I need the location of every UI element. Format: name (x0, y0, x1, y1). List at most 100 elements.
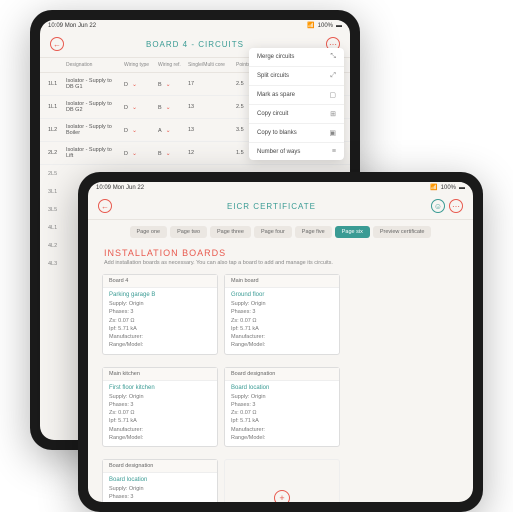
board-header: Main board (225, 275, 339, 288)
menu-label: Split circuits (257, 73, 289, 79)
status-time: 10:09 Mon Jun 22 (48, 23, 96, 29)
more-button-front[interactable]: ⋯ (449, 199, 463, 213)
board-card[interactable]: Main board Ground floor Supply: OriginPhas… (224, 274, 340, 355)
screen-front: 10:09 Mon Jun 22 📶 100% ▬ ← EICR CERTIFI… (88, 182, 473, 502)
row-id-stub: 3L1 (48, 183, 57, 201)
row-id: 1L1 (46, 104, 64, 110)
chevron-down-icon[interactable]: ⌄ (164, 105, 173, 111)
board-name: Parking garage B (109, 292, 211, 298)
page-title-front: EICR CERTIFICATE (112, 202, 431, 211)
row-id: 1L1 (46, 81, 64, 87)
chevron-down-icon[interactable]: ⌄ (130, 105, 139, 111)
board-card[interactable]: Board designationBoard locationSupply: O… (102, 459, 218, 502)
users-button[interactable]: ☺ (431, 199, 445, 213)
menu-label: Mark as spare (257, 92, 295, 98)
status-right-front: 📶 100% ▬ (430, 184, 465, 191)
row-id-stub: 4L1 (48, 219, 57, 237)
add-board-button[interactable]: +Add board (224, 459, 340, 502)
menu-icon: ⤢ (330, 72, 336, 80)
board-ipf: Ipf: 5.71 kA (231, 417, 333, 425)
board-name: First floor kitchen (109, 385, 211, 391)
tab[interactable]: Page two (170, 226, 207, 238)
menu-label: Copy circuit (257, 111, 288, 117)
row-designation: Isolator - Supply to DB G1 (64, 78, 122, 90)
row-single-multi: 13 (186, 104, 234, 110)
board-mfr: Manufacturer: (109, 426, 211, 434)
back-button-front[interactable]: ← (98, 199, 112, 213)
menu-item[interactable]: Copy to blanks▣ (249, 124, 344, 143)
boards-grid: Board 4Parking garage BSupply: OriginPha… (88, 274, 473, 502)
row-id: 1L2 (46, 127, 64, 133)
chevron-down-icon[interactable]: ⌄ (130, 82, 139, 88)
menu-icon: ⤡ (330, 53, 336, 61)
board-name: Ground floor (231, 292, 333, 298)
board-phases: Phases: 3 (109, 401, 211, 409)
row-id: 2L2 (46, 150, 64, 156)
board-ipf: Ipf: 5.71 kA (109, 325, 211, 333)
menu-item[interactable]: Mark as spare▢ (249, 86, 344, 105)
tablet-front: 10:09 Mon Jun 22 📶 100% ▬ ← EICR CERTIFI… (78, 172, 483, 512)
row-id-stub: 3L5 (48, 201, 57, 219)
status-bar: 10:09 Mon Jun 22 📶 100% ▬ (40, 20, 350, 31)
tab[interactable]: Page five (295, 226, 332, 238)
tabs: Page onePage twoPage threePage fourPage … (88, 220, 473, 244)
board-header: Main kitchen (103, 368, 217, 381)
board-supply: Supply: Origin (231, 393, 333, 401)
board-card[interactable]: Board designation Board location Supply: O… (224, 367, 340, 448)
board-phases: Phases: 3 (231, 401, 333, 409)
row-wiring-type: D⌄ (122, 150, 156, 157)
board-model: Range/Model: (109, 341, 211, 349)
board-mfr: Manufacturer: (231, 426, 333, 434)
board-zs: Zs: 0.07 Ω (231, 409, 333, 417)
row-id-stub: 4L3 (48, 255, 57, 273)
board-header: Board designation (225, 368, 339, 381)
board-supply: Supply: Origin (231, 300, 333, 308)
board-card[interactable]: Board 4Parking garage BSupply: OriginPha… (102, 274, 218, 355)
row-wiring-type: D⌄ (122, 104, 156, 111)
board-ipf: Ipf: 5.71 kA (231, 325, 333, 333)
board-supply: Supply: Origin (109, 485, 211, 493)
status-time-front: 10:09 Mon Jun 22 (96, 185, 144, 191)
context-menu: Merge circuits ⤡ Split circuits ⤢ Mark as sp… (249, 48, 344, 160)
menu-label: Merge circuits (257, 54, 294, 60)
row-wiring-ref: A⌄ (156, 127, 186, 134)
col-wiring-type: Wiring type (122, 62, 156, 68)
tab[interactable]: Page three (210, 226, 251, 238)
board-zs: Zs: 0.07 Ω (231, 317, 333, 325)
board-zs: Zs: 0.07 Ω (109, 502, 211, 503)
board-zs: Zs: 0.07 Ω (109, 409, 211, 417)
header-front: ← EICR CERTIFICATE ☺ ⋯ (88, 193, 473, 220)
menu-item[interactable]: Number of ways≡ (249, 143, 344, 160)
col-designation: Designation (64, 62, 122, 68)
row-single-multi: 13 (186, 127, 234, 133)
status-bar-front: 10:09 Mon Jun 22 📶 100% ▬ (88, 182, 473, 193)
chevron-down-icon[interactable]: ⌄ (130, 128, 139, 134)
board-phases: Phases: 3 (231, 308, 333, 316)
chevron-down-icon[interactable]: ⌄ (130, 151, 139, 157)
board-mfr: Manufacturer: (109, 333, 211, 341)
tab[interactable]: Page one (130, 226, 168, 238)
board-name: Board location (231, 385, 333, 391)
chevron-down-icon[interactable]: ⌄ (164, 82, 173, 88)
menu-item[interactable]: Split circuits ⤢ (249, 67, 344, 86)
chevron-down-icon[interactable]: ⌄ (164, 128, 173, 134)
board-model: Range/Model: (109, 434, 211, 442)
tab[interactable]: Page four (254, 226, 292, 238)
board-name: Board location (109, 477, 211, 483)
row-designation: Isolator - Supply to Boiler (64, 124, 122, 136)
tab[interactable]: Preview certificate (373, 226, 432, 238)
status-right: 📶 100% ▬ (307, 22, 342, 29)
plus-icon: + (274, 490, 290, 502)
board-zs: Zs: 0.07 Ω (109, 317, 211, 325)
menu-item[interactable]: Merge circuits ⤡ (249, 48, 344, 67)
menu-icon: ⊞ (330, 110, 336, 118)
row-single-multi: 12 (186, 150, 234, 156)
menu-item[interactable]: Copy circuit ⊞ (249, 105, 344, 124)
chevron-down-icon[interactable]: ⌄ (164, 151, 173, 157)
board-supply: Supply: Origin (109, 393, 211, 401)
board-header: Board 4 (103, 275, 217, 288)
back-button[interactable]: ← (50, 37, 64, 51)
row-designation: Isolator - Supply to Lift (64, 147, 122, 159)
tab[interactable]: Page six (335, 226, 370, 238)
board-card[interactable]: Main kitchen First floor kitchen Supply: O… (102, 367, 218, 448)
